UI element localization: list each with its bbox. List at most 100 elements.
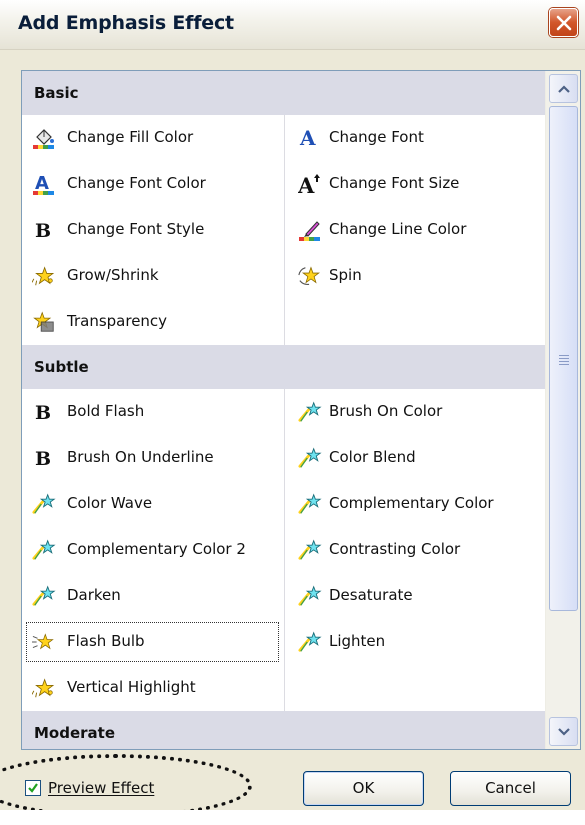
effect-item-color-blend[interactable]: Color Blend: [284, 435, 545, 481]
effect-item-contrasting-color[interactable]: Contrasting Color: [284, 527, 545, 573]
shooting-star-icon: [298, 585, 322, 607]
effect-label: Change Font Color: [67, 174, 206, 192]
effect-label: Flash Bulb: [67, 632, 145, 650]
effect-item-change-font-style[interactable]: B Change Font Style: [22, 207, 284, 253]
flash-star-icon: [32, 631, 56, 653]
effect-label: Contrasting Color: [329, 540, 461, 558]
category-label: Moderate: [34, 724, 116, 742]
close-x-icon: [556, 15, 572, 31]
bold-b-icon: B: [32, 401, 56, 424]
category-header-basic: Basic: [22, 71, 545, 115]
effect-item-grow-shrink[interactable]: Grow/Shrink: [22, 253, 284, 299]
close-button[interactable]: [549, 8, 578, 37]
page-bottom-margin: [0, 810, 585, 825]
effect-label: Desaturate: [329, 586, 413, 604]
shooting-star-icon: [298, 447, 322, 469]
add-emphasis-effect-dialog: Add Emphasis Effect Basic Change Fill Col…: [0, 0, 585, 818]
font-color-icon: A: [32, 173, 56, 195]
effect-label: Change Font Style: [67, 220, 205, 238]
effect-item-complementary-color[interactable]: Complementary Color: [284, 481, 545, 527]
pen-line-color-icon: [298, 219, 322, 241]
scroll-up-button[interactable]: [549, 74, 578, 103]
svg-text:B: B: [35, 220, 51, 241]
highlight-ring: [0, 754, 252, 818]
star-burst-icon: [31, 677, 56, 699]
bold-b-icon: B: [32, 447, 56, 470]
effect-label: Spin: [329, 266, 362, 284]
shooting-star-icon: [298, 539, 322, 561]
shooting-star-icon: [32, 585, 56, 607]
vertical-scrollbar[interactable]: [545, 71, 580, 749]
effect-item-change-font-color[interactable]: A Change Font Color: [22, 161, 284, 207]
effect-item-color-wave[interactable]: Color Wave: [22, 481, 284, 527]
effects-grid-subtle: B Bold Flash Brush On Color B Brush On Under…: [22, 389, 545, 711]
effect-item-bold-flash[interactable]: B Bold Flash: [22, 389, 284, 435]
effect-item-change-line-color[interactable]: Change Line Color: [284, 207, 545, 253]
scroll-thumb[interactable]: [549, 106, 578, 611]
effect-label: Lighten: [329, 632, 386, 650]
effect-label: Transparency: [67, 312, 168, 330]
effect-item-vertical-highlight[interactable]: Vertical Highlight: [22, 665, 284, 711]
effect-item-change-fill-color[interactable]: Change Fill Color: [22, 115, 284, 161]
effect-label: Complementary Color: [329, 494, 494, 512]
scroll-down-button[interactable]: [549, 717, 578, 746]
chevron-up-icon: [558, 85, 570, 93]
category-label: Basic: [34, 84, 79, 102]
effect-item-darken[interactable]: Darken: [22, 573, 284, 619]
svg-text:B: B: [35, 448, 51, 469]
effect-label: Grow/Shrink: [67, 266, 159, 284]
shooting-star-icon: [298, 493, 322, 515]
effect-label: Change Font Size: [329, 174, 460, 192]
effect-label: Vertical Highlight: [67, 678, 196, 696]
spin-star-icon: [298, 265, 322, 287]
star-burst-icon: [31, 265, 56, 287]
bold-b-icon: B: [32, 219, 56, 242]
effect-label: Complementary Color 2: [67, 540, 246, 558]
shooting-star-icon: [32, 539, 56, 561]
effect-item-flash-bulb[interactable]: Flash Bulb: [22, 619, 284, 665]
effect-item-change-font[interactable]: A Change Font: [284, 115, 545, 161]
effect-label: Brush On Color: [329, 402, 443, 420]
ok-button[interactable]: OK: [303, 771, 424, 806]
effect-label: Change Font: [329, 128, 424, 146]
effects-list-content: Basic Change Fill Color A Change Font A Chang…: [22, 71, 545, 749]
svg-text:A: A: [298, 173, 315, 195]
effect-item-change-font-size[interactable]: A Change Font Size: [284, 161, 545, 207]
effect-label: Change Line Color: [329, 220, 467, 238]
effects-list[interactable]: Basic Change Fill Color A Change Font A Chang…: [21, 70, 581, 750]
dialog-title: Add Emphasis Effect: [18, 12, 234, 34]
category-label: Subtle: [34, 358, 89, 376]
grip-line: [559, 361, 569, 362]
grip-line: [559, 355, 569, 356]
category-header-subtle: Subtle: [22, 345, 545, 389]
chevron-down-icon: [558, 728, 570, 736]
effect-item-desaturate[interactable]: Desaturate: [284, 573, 545, 619]
shooting-star-icon: [298, 631, 322, 653]
star-box-icon: [32, 311, 56, 333]
grip-line: [559, 364, 569, 365]
effect-label: Color Blend: [329, 448, 416, 466]
shooting-star-icon: [32, 493, 56, 515]
shooting-star-icon: [298, 401, 322, 423]
paint-bucket-icon: [32, 127, 56, 149]
cancel-button[interactable]: Cancel: [450, 771, 571, 806]
effect-label: Darken: [67, 586, 121, 604]
svg-text:A: A: [299, 127, 316, 149]
font-size-icon: A: [297, 173, 322, 198]
effect-label: Color Wave: [67, 494, 153, 512]
effect-item-lighten[interactable]: Lighten: [284, 619, 545, 665]
effect-item-brush-on-color[interactable]: Brush On Color: [284, 389, 545, 435]
effect-label: Brush On Underline: [67, 448, 214, 466]
grip-line: [559, 358, 569, 359]
category-header-moderate: Moderate: [22, 711, 545, 749]
effect-item-spin[interactable]: Spin: [284, 253, 545, 299]
effect-item-brush-on-underline[interactable]: B Brush On Underline: [22, 435, 284, 481]
effect-label: Change Fill Color: [67, 128, 194, 146]
title-bar[interactable]: Add Emphasis Effect: [0, 0, 585, 50]
svg-text:B: B: [35, 402, 51, 423]
font-a-icon: A: [298, 126, 322, 150]
effect-label: Bold Flash: [67, 402, 145, 420]
effect-item-complementary-color-2[interactable]: Complementary Color 2: [22, 527, 284, 573]
svg-text:A: A: [35, 173, 49, 194]
effect-item-transparency[interactable]: Transparency: [22, 299, 284, 345]
